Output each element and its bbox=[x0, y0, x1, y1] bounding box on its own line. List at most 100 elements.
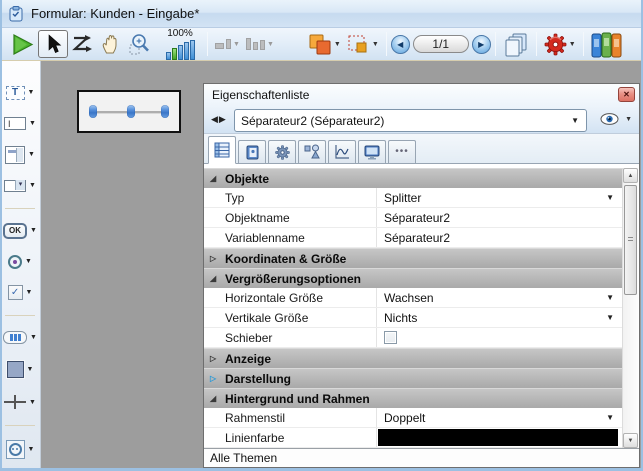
radio-tool-caret-icon[interactable]: ▼ bbox=[25, 258, 32, 265]
edit-tool-button[interactable]: I ▼ bbox=[0, 114, 40, 134]
form-page[interactable] bbox=[77, 90, 181, 133]
books-icon bbox=[591, 31, 623, 58]
tab-properties[interactable] bbox=[208, 136, 236, 164]
splitter-tool-button[interactable]: ▼ bbox=[0, 391, 40, 413]
dropdown-caret-icon: ▼ bbox=[606, 193, 614, 202]
zoom-level-label: 100% bbox=[167, 29, 193, 39]
scroll-down-button[interactable]: ▼ bbox=[623, 433, 638, 448]
next-object-icon[interactable]: ▶ bbox=[219, 114, 226, 125]
page-indicator[interactable]: 1/1 bbox=[413, 35, 469, 53]
visibility-control[interactable]: ▼ bbox=[600, 113, 632, 125]
toolbar-tool-caret-icon[interactable]: ▼ bbox=[30, 334, 37, 341]
splitter-tool-caret-icon[interactable]: ▼ bbox=[29, 399, 36, 406]
button-tool-button[interactable]: OK ▼ bbox=[0, 221, 40, 241]
combobox-tool-button[interactable]: ▼ bbox=[0, 176, 40, 196]
play-icon bbox=[10, 32, 35, 57]
section-anzeige[interactable]: ▷ Anzeige bbox=[204, 348, 622, 368]
edit-tool-caret-icon[interactable]: ▼ bbox=[29, 120, 36, 127]
tab-display[interactable] bbox=[358, 140, 386, 163]
panel-tool-icon bbox=[7, 361, 24, 378]
rahmenstil-dropdown[interactable]: Doppelt ▼ bbox=[376, 408, 622, 427]
small-gear-icon bbox=[275, 145, 290, 160]
selection-handle[interactable] bbox=[161, 105, 169, 118]
panel-tool-button[interactable]: ▼ bbox=[0, 359, 40, 381]
property-row-typ: Typ Splitter ▼ bbox=[204, 188, 622, 208]
next-arrow-icon: ▶ bbox=[478, 40, 484, 49]
grid-scrollbar[interactable]: ▲ ▼ bbox=[622, 168, 638, 448]
variablenname-field[interactable]: Séparateur2 bbox=[376, 228, 622, 247]
section-vergroesserung[interactable]: ◢ Vergrößerungsoptionen bbox=[204, 268, 622, 288]
selection-mode-button[interactable]: ▼ bbox=[344, 30, 382, 58]
tab-shapes[interactable] bbox=[298, 140, 326, 163]
close-panel-button[interactable]: ✕ bbox=[618, 87, 635, 102]
arrange-front-icon bbox=[308, 33, 332, 55]
button-tool-caret-icon[interactable]: ▼ bbox=[30, 227, 37, 234]
toolbar-separator bbox=[583, 32, 584, 56]
socket-tool-icon bbox=[6, 440, 25, 459]
list-tool-caret-icon[interactable]: ▼ bbox=[28, 151, 35, 158]
label-tool-button[interactable]: T ▼ bbox=[0, 83, 40, 103]
tab-chart[interactable] bbox=[328, 140, 356, 163]
zoom-level-indicator[interactable]: 100% bbox=[157, 29, 203, 60]
prev-page-button[interactable]: ◀ bbox=[391, 35, 410, 54]
selection-handle[interactable] bbox=[127, 105, 135, 118]
visibility-caret-icon: ▼ bbox=[625, 116, 632, 123]
scroll-up-button[interactable]: ▲ bbox=[623, 168, 638, 183]
checkbox-tool-button[interactable]: ✓ ▼ bbox=[0, 283, 40, 303]
selection-mode-icon bbox=[347, 34, 370, 55]
socket-tool-caret-icon[interactable]: ▼ bbox=[28, 446, 35, 453]
typ-dropdown[interactable]: Splitter ▼ bbox=[376, 188, 622, 207]
combo-caret-icon: ▼ bbox=[571, 116, 579, 125]
distribute-tool-button[interactable]: ▼ bbox=[243, 30, 277, 58]
combobox-tool-caret-icon[interactable]: ▼ bbox=[29, 182, 36, 189]
schieber-checkbox[interactable] bbox=[384, 331, 397, 344]
socket-tool-button[interactable]: ▼ bbox=[0, 438, 40, 460]
cursor-arrow-icon bbox=[45, 34, 62, 54]
radio-tool-button[interactable]: ▼ bbox=[0, 252, 40, 272]
toolbar-tool-button[interactable]: ▼ bbox=[0, 328, 40, 348]
align-tool-button[interactable]: ▼ bbox=[212, 30, 243, 58]
arrange-front-button[interactable]: ▼ bbox=[305, 30, 344, 58]
run-preview-button[interactable] bbox=[7, 30, 38, 58]
toolbar-separator bbox=[386, 32, 387, 56]
tab-more[interactable]: ••• bbox=[388, 140, 416, 163]
expand-icon: ▷ bbox=[210, 374, 219, 383]
select-tool-button[interactable] bbox=[38, 30, 68, 58]
more-dots-icon: ••• bbox=[395, 149, 409, 155]
horizontale-groesse-dropdown[interactable]: Wachsen ▼ bbox=[376, 288, 622, 307]
palette-separator bbox=[5, 208, 35, 209]
scrollbar-thumb[interactable] bbox=[624, 185, 637, 295]
object-selector[interactable]: Séparateur2 (Séparateur2) ▼ bbox=[234, 109, 587, 132]
section-koordinaten[interactable]: ▷ Koordinaten & Größe bbox=[204, 248, 622, 268]
selection-handle[interactable] bbox=[89, 105, 97, 118]
checkbox-tool-caret-icon[interactable]: ▼ bbox=[26, 289, 33, 296]
toolbar-separator bbox=[536, 32, 537, 56]
section-objekte[interactable]: ◢ Objekte bbox=[204, 168, 622, 188]
library-button[interactable] bbox=[588, 30, 626, 58]
prev-object-icon[interactable]: ◀ bbox=[211, 114, 218, 125]
section-darstellung[interactable]: ▷ Darstellung bbox=[204, 368, 622, 388]
zoom-bars-icon bbox=[166, 40, 195, 60]
panel-tool-caret-icon[interactable]: ▼ bbox=[27, 366, 34, 373]
next-page-button[interactable]: ▶ bbox=[472, 35, 491, 54]
linienfarbe-color-swatch[interactable] bbox=[378, 429, 618, 446]
expand-icon: ▷ bbox=[210, 254, 219, 263]
zoom-tool-button[interactable] bbox=[125, 30, 155, 58]
vertikale-groesse-dropdown[interactable]: Nichts ▼ bbox=[376, 308, 622, 327]
tab-settings[interactable] bbox=[268, 140, 296, 163]
settings-button[interactable]: ▼ bbox=[541, 30, 579, 58]
list-tool-button[interactable]: ▼ bbox=[0, 145, 40, 165]
objektname-field[interactable]: Séparateur2 bbox=[376, 208, 622, 227]
page-stack-button[interactable] bbox=[500, 30, 532, 58]
distribute-caret-icon: ▼ bbox=[267, 41, 274, 48]
title-bar[interactable]: Formular: Kunden - Eingabe* bbox=[0, 0, 643, 28]
align-icon bbox=[215, 39, 231, 49]
pan-tool-button[interactable] bbox=[97, 30, 125, 58]
property-grid: ◢ Objekte Typ Splitter ▼ Objektname Sépa… bbox=[204, 168, 622, 448]
label-tool-caret-icon[interactable]: ▼ bbox=[28, 89, 35, 96]
section-hintergrund[interactable]: ◢ Hintergrund und Rahmen bbox=[204, 388, 622, 408]
tab-data[interactable] bbox=[238, 140, 266, 163]
tab-order-tool-button[interactable] bbox=[68, 30, 97, 58]
panel-status-bar: Alle Themen bbox=[204, 448, 639, 467]
app-window: Formular: Kunden - Eingabe* bbox=[0, 0, 643, 471]
